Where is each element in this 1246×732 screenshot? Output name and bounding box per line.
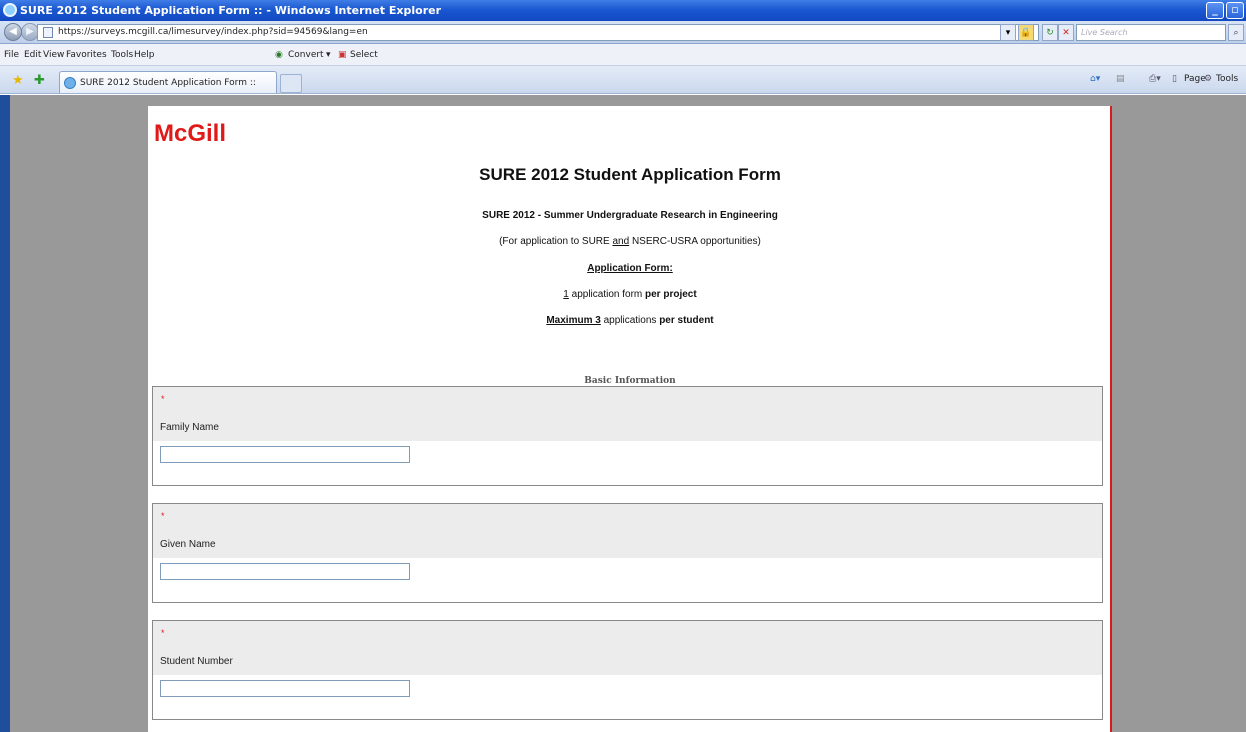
question-header: * Family Name [153,387,1102,441]
form-subtitle: SURE 2012 - Summer Undergraduate Researc… [482,210,778,221]
max-apps-bold: per student [659,315,714,326]
question-student-number: * Student Number [152,620,1103,720]
menu-view[interactable]: View [43,50,64,60]
stop-icon[interactable]: ✕ [1058,24,1074,41]
max-applications-note: Maximum 3 applications per student [148,315,1112,326]
select-button[interactable]: Select [350,50,378,60]
ie-logo-icon [3,3,17,17]
application-note-prefix: (For application to SURE [499,236,613,247]
question-given-name: * Given Name [152,503,1103,603]
add-favorites-icon[interactable]: ✚ [34,73,45,88]
select-icon: ▣ [338,50,347,60]
max-apps-underline: Maximum 3 [546,315,601,326]
menu-edit[interactable]: Edit [24,50,41,60]
menu-favorites[interactable]: Favorites [66,50,107,60]
section-title: Basic Information [584,376,676,386]
tab-favicon-icon [64,77,76,89]
page-viewport: McGill SURE 2012 Student Application For… [10,95,1246,732]
application-form-heading: Application Form: [587,263,673,274]
page-icon-cmd: ▯ [1172,74,1177,84]
question-label: Student Number [160,656,233,667]
lock-icon[interactable]: 🔒 [1018,24,1034,41]
per-project-bold: per project [645,289,697,300]
back-button[interactable]: ◀ [4,23,22,41]
family-name-input[interactable] [160,446,410,463]
convert-dropdown-icon[interactable]: ▾ [326,50,331,60]
question-family-name: * Family Name [152,386,1103,486]
convert-icon: ◉ [275,50,283,60]
student-number-input[interactable] [160,680,410,697]
window-left-edge [0,95,10,732]
url-field[interactable]: https://surveys.mcgill.ca/limesurvey/ind… [37,24,1039,41]
favorites-star-icon[interactable]: ★ [12,73,24,88]
tab-active[interactable]: SURE 2012 Student Application Form :: [59,71,277,93]
question-header: * Student Number [153,621,1102,675]
tools-gear-icon: ⚙ [1204,74,1213,84]
tab-bar: ★ ✚ SURE 2012 Student Application Form :… [0,66,1246,94]
menu-file[interactable]: File [4,50,19,60]
feeds-icon[interactable]: ▤ [1116,74,1125,84]
restore-button[interactable]: ▫ [1226,2,1244,19]
url-text: https://surveys.mcgill.ca/limesurvey/ind… [58,27,368,37]
home-icon[interactable]: ⌂▾ [1090,74,1100,84]
search-icon[interactable]: ⌕ [1228,24,1244,41]
tools-menu[interactable]: Tools [1216,74,1238,84]
question-header: * Given Name [153,504,1102,558]
live-search-input[interactable]: Live Search [1076,24,1226,41]
page-menu[interactable]: Page [1184,74,1206,84]
tab-title: SURE 2012 Student Application Form :: [80,78,256,88]
survey-page: McGill SURE 2012 Student Application For… [148,106,1112,732]
application-note: (For application to SURE and NSERC-USRA … [148,236,1112,247]
menu-bar: File Edit View Favorites Tools Help ◉ Co… [0,44,1246,66]
title-bar: SURE 2012 Student Application Form :: - … [0,0,1246,21]
print-icon[interactable]: ⎙▾ [1149,74,1161,84]
application-note-and: and [612,236,630,247]
window-title: SURE 2012 Student Application Form :: - … [20,4,442,17]
url-dropdown-icon[interactable]: ▾ [1000,24,1016,41]
application-note-suffix: NSERC-USRA opportunities) [629,236,761,247]
page-icon [43,27,53,38]
minimize-button[interactable]: _ [1206,2,1224,19]
mcgill-logo: McGill [154,120,227,147]
question-label: Family Name [160,422,219,433]
form-title: SURE 2012 Student Application Form [479,165,781,184]
required-marker: * [161,628,165,638]
refresh-icon[interactable]: ↻ [1042,24,1058,41]
max-apps-mid: applications [600,315,660,326]
convert-button[interactable]: Convert [288,50,324,60]
new-tab-button[interactable] [280,74,302,93]
required-marker: * [161,511,165,521]
given-name-input[interactable] [160,563,410,580]
menu-help[interactable]: Help [134,50,155,60]
menu-tools[interactable]: Tools [111,50,133,60]
per-project-note: 1 application form per project [148,289,1112,300]
question-label: Given Name [160,539,216,550]
address-bar: ◀ ▶ https://surveys.mcgill.ca/limesurvey… [0,21,1246,44]
browser-window: SURE 2012 Student Application Form :: - … [0,0,1246,732]
per-project-mid: application form [568,289,646,300]
required-marker: * [161,394,165,404]
